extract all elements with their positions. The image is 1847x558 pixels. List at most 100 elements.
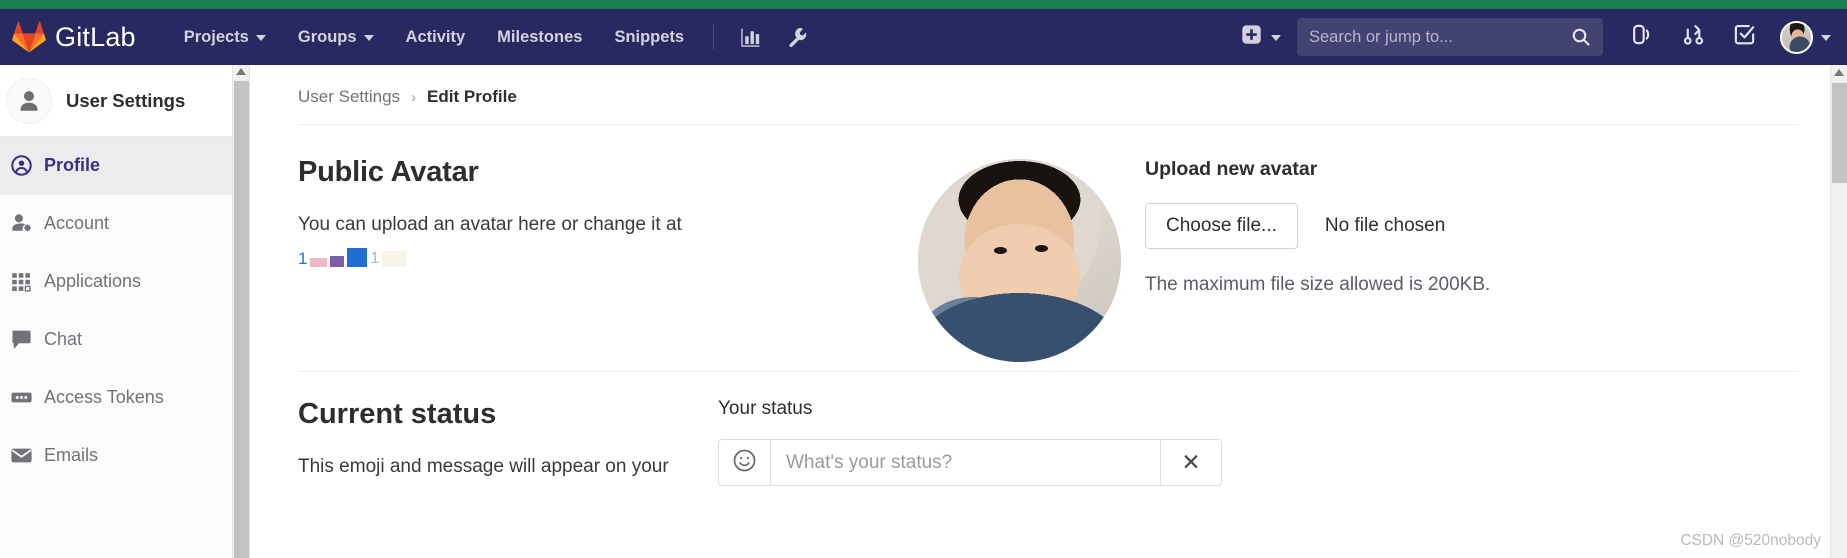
sidebar-item-label: Chat — [44, 329, 83, 349]
avatar-image — [1782, 22, 1811, 52]
gitlab-home-link[interactable]: GitLab — [0, 21, 136, 53]
content-inner: User Settings › Edit Profile Public Avat… — [250, 65, 1847, 486]
chevron-down-icon — [255, 35, 266, 41]
gitlab-brand-text: GitLab — [55, 21, 136, 52]
main-content: User Settings › Edit Profile Public Avat… — [250, 65, 1847, 558]
sidebar-item-label: Access Tokens — [44, 387, 164, 407]
sidebar-item-chat[interactable]: Chat — [0, 311, 249, 369]
nav-item-milestones[interactable]: Milestones — [481, 20, 598, 55]
page-scrollbar[interactable] — [1830, 65, 1847, 558]
nav-milestones-label: Milestones — [497, 27, 583, 46]
search-icon — [1571, 27, 1591, 52]
global-search-box[interactable] — [1297, 18, 1603, 56]
sidebar-header-title: User Settings — [66, 89, 186, 111]
user-icon — [6, 77, 52, 124]
nav-groups-label: Groups — [297, 27, 357, 46]
broken-image-swatch-pink — [310, 257, 328, 267]
create-new-button[interactable] — [1231, 16, 1291, 58]
current-status-text-column: Current status This emoji and message wi… — [298, 398, 718, 486]
close-x-icon: ✕ — [1181, 449, 1201, 475]
avatar — [1780, 20, 1813, 54]
todos-button[interactable] — [1719, 15, 1770, 59]
nav-item-activity[interactable]: Activity — [390, 20, 482, 55]
current-avatar-image — [918, 159, 1121, 362]
todos-checkbox-icon — [1733, 23, 1756, 51]
public-avatar-text-column: Public Avatar You can upload an avatar h… — [298, 156, 918, 362]
sidebar-item-label: Account — [44, 213, 110, 233]
broken-image-swatch-blue — [347, 247, 368, 267]
upload-new-avatar-title: Upload new avatar — [1145, 158, 1318, 180]
sidebar-scrollbar-thumb[interactable] — [234, 81, 249, 558]
scroll-up-arrow-icon[interactable] — [1834, 69, 1844, 76]
gravatar-link-text: 1 — [298, 248, 308, 267]
gitlab-tanuki-logo-icon — [12, 21, 46, 53]
emoji-picker-button[interactable] — [718, 439, 770, 486]
user-menu-button[interactable] — [1770, 15, 1847, 60]
nav-item-projects[interactable]: Projects — [168, 20, 282, 55]
search-input[interactable] — [1309, 27, 1591, 47]
your-status-label: Your status — [718, 398, 813, 419]
page-scrollbar-thumb[interactable] — [1832, 83, 1847, 183]
nav-snippets-label: Snippets — [614, 27, 685, 46]
admin-area-button[interactable] — [774, 19, 821, 56]
scroll-up-arrow-icon[interactable] — [236, 68, 246, 75]
breadcrumb-edit-profile[interactable]: Edit Profile — [427, 87, 517, 107]
nav-activity-label: Activity — [405, 27, 466, 46]
public-avatar-section: Public Avatar You can upload an avatar h… — [298, 125, 1799, 362]
watermark-text: CSDN @520nobody — [1680, 532, 1821, 549]
broken-image-swatch-cream — [382, 250, 407, 267]
gitlab-edit-profile-page: GitLab Projects Groups Activity Mileston… — [0, 0, 1847, 558]
sidebar-item-account[interactable]: Account — [0, 195, 249, 253]
chat-bubble-icon — [10, 328, 44, 351]
plus-square-icon — [1241, 24, 1262, 50]
avatar-detail — [1035, 245, 1048, 252]
breadcrumb-user-settings[interactable]: User Settings — [298, 87, 400, 107]
page-body: User Settings Profile Account Applicatio… — [0, 65, 1847, 558]
sidebar-header[interactable]: User Settings — [0, 65, 249, 137]
max-file-size-note: The maximum file size allowed is 200KB. — [1145, 274, 1491, 295]
chevron-down-icon — [363, 35, 374, 41]
analytics-button[interactable] — [727, 19, 774, 56]
sidebar-item-emails[interactable]: Emails — [0, 427, 249, 485]
sidebar-item-label: Profile — [44, 155, 101, 175]
your-status-column: Your status What's your status? ✕ — [718, 398, 1799, 486]
applications-grid-icon — [10, 271, 44, 293]
current-status-description: This emoji and message will appear on yo… — [298, 456, 669, 477]
nav-item-groups[interactable]: Groups — [282, 20, 390, 55]
status-input-group: ✕ — [718, 439, 1222, 486]
chevron-down-icon — [1271, 35, 1281, 41]
choose-file-button[interactable]: Choose file... — [1145, 203, 1298, 249]
status-input[interactable] — [770, 439, 1160, 486]
avatar-detail — [994, 247, 1007, 254]
wrench-icon — [787, 27, 808, 48]
navbar-right-icons — [1617, 15, 1847, 60]
upload-avatar-column: Upload new avatar Choose file... No file… — [1121, 156, 1490, 362]
file-chosen-status: No file chosen — [1324, 215, 1446, 236]
sidebar-item-label: Emails — [44, 445, 99, 465]
issues-button[interactable] — [1617, 15, 1668, 59]
sidebar-item-applications[interactable]: Applications — [0, 253, 249, 311]
sidebar-item-profile[interactable]: Profile — [0, 137, 249, 195]
account-gear-icon — [10, 212, 44, 235]
top-navigation-bar: GitLab Projects Groups Activity Mileston… — [0, 9, 1847, 65]
gravatar-link-tail: 1 — [370, 249, 380, 267]
nav-divider — [713, 24, 715, 50]
sidebar-item-label: Applications — [44, 271, 142, 291]
current-status-section: Current status This emoji and message wi… — [298, 362, 1799, 486]
token-icon — [10, 386, 44, 409]
analytics-chart-icon — [740, 27, 761, 48]
breadcrumb-separator-icon: › — [411, 88, 417, 106]
sidebar-scrollbar[interactable] — [232, 65, 249, 558]
current-status-title: Current status — [298, 398, 497, 430]
merge-requests-button[interactable] — [1668, 15, 1719, 59]
gravatar-broken-link[interactable]: 1 1 — [298, 245, 878, 267]
sidebar-item-access-tokens[interactable]: Access Tokens — [0, 369, 249, 427]
clear-status-button[interactable]: ✕ — [1160, 439, 1222, 486]
avatar-photo — [918, 159, 1121, 362]
top-green-strip — [0, 0, 1847, 9]
smiley-face-icon — [732, 448, 757, 478]
nav-item-snippets[interactable]: Snippets — [598, 20, 700, 55]
chevron-down-icon — [1821, 35, 1831, 41]
issues-icon — [1631, 23, 1654, 51]
breadcrumb: User Settings › Edit Profile — [298, 65, 1799, 107]
